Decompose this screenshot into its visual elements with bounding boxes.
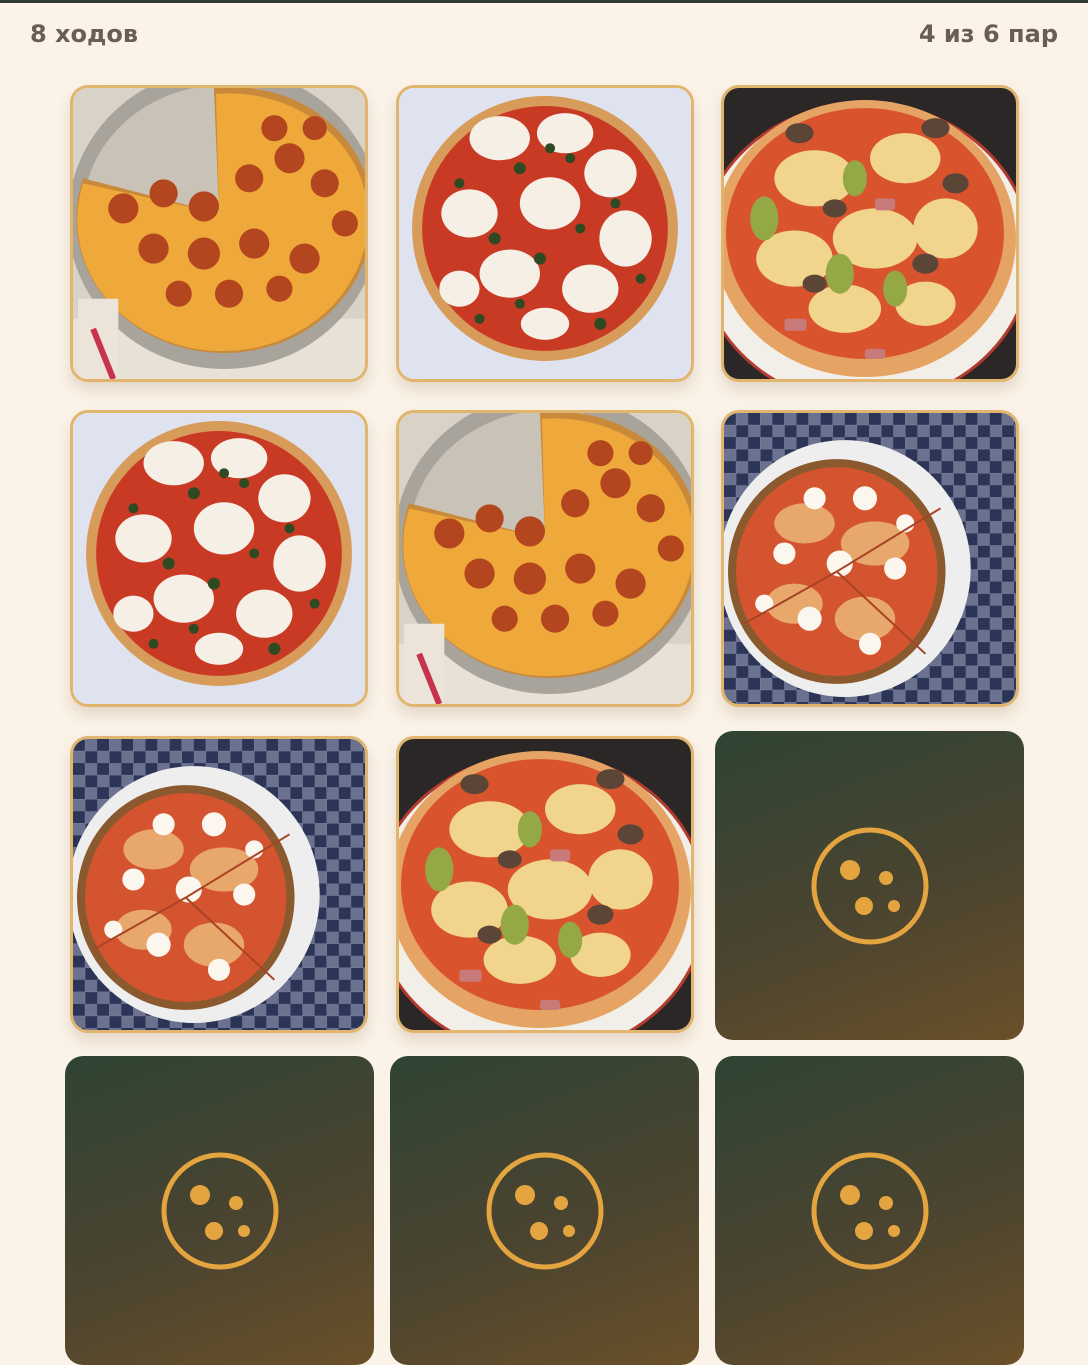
margherita-pizza-image: [399, 88, 691, 379]
margherita-pizza-image: [73, 413, 365, 704]
ricotta-pizza-image: [724, 413, 1016, 704]
cookie-icon: [483, 1149, 607, 1273]
memory-card-face-down[interactable]: [390, 1056, 699, 1365]
top-divider: [0, 0, 1088, 3]
ricotta-pizza-image: [73, 739, 365, 1030]
memory-card-flipped[interactable]: [396, 410, 694, 707]
memory-card-flipped[interactable]: [70, 736, 368, 1033]
game-header: 8 ходов 4 из 6 пар: [30, 16, 1058, 52]
cookie-icon: [808, 1149, 932, 1273]
pepperoni-pizza-image: [399, 413, 691, 704]
memory-card-face-down[interactable]: [715, 731, 1024, 1040]
memory-card-flipped[interactable]: [396, 85, 694, 382]
memory-card-flipped[interactable]: [721, 85, 1019, 382]
capricciosa-pizza-image: [399, 739, 691, 1030]
memory-card-face-down[interactable]: [715, 1056, 1024, 1365]
memory-card-face-down[interactable]: [65, 1056, 374, 1365]
memory-card-flipped[interactable]: [70, 85, 368, 382]
memory-card-flipped[interactable]: [70, 410, 368, 707]
memory-card-flipped[interactable]: [396, 736, 694, 1033]
capricciosa-pizza-image: [724, 88, 1016, 379]
cookie-icon: [158, 1149, 282, 1273]
cookie-icon: [808, 824, 932, 948]
memory-card-flipped[interactable]: [721, 410, 1019, 707]
pepperoni-pizza-image: [73, 88, 365, 379]
moves-counter: 8 ходов: [30, 20, 139, 48]
pairs-counter: 4 из 6 пар: [918, 20, 1058, 48]
